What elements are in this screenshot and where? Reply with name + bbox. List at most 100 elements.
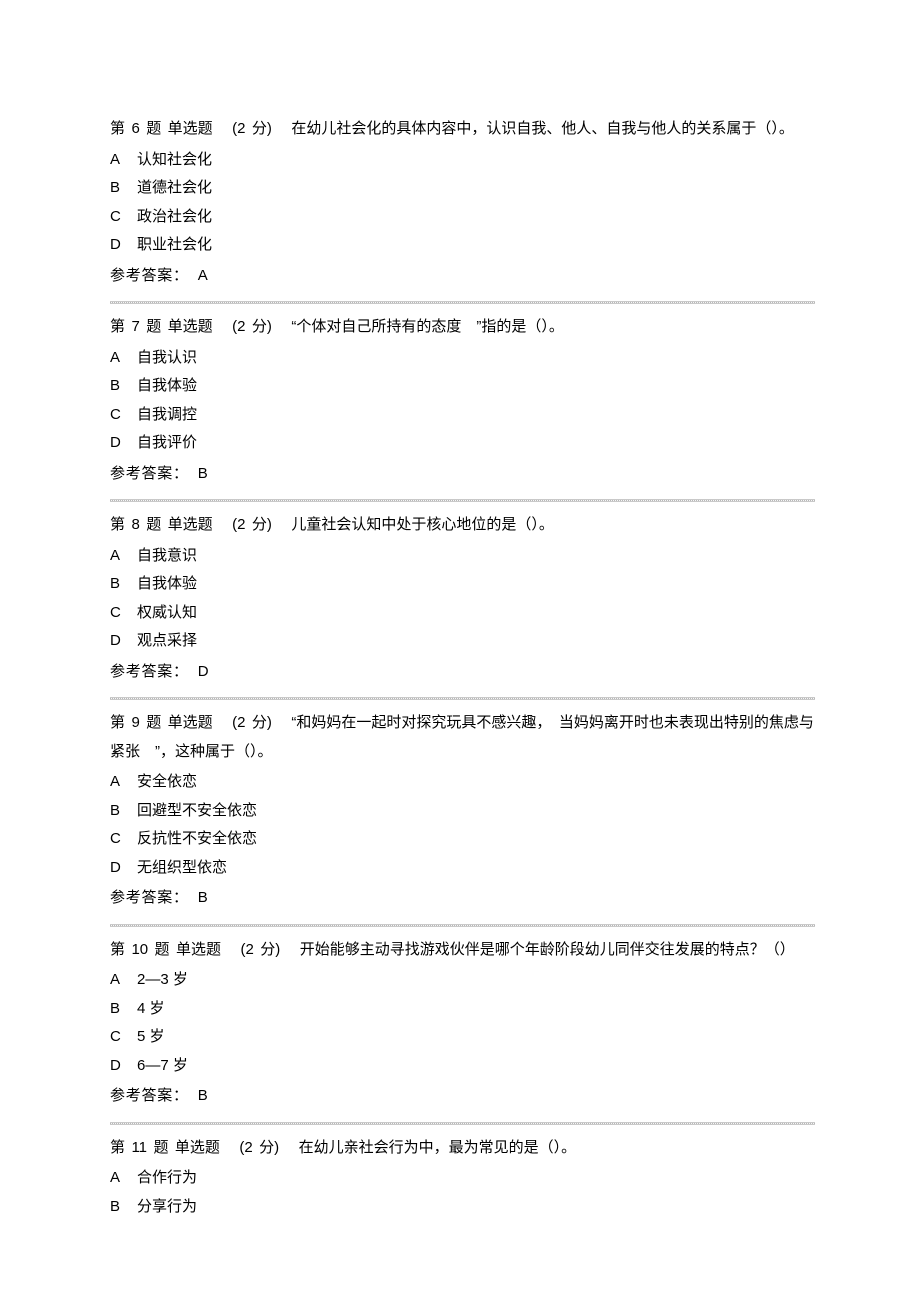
option-letter: C	[110, 401, 137, 430]
option-row: A自我意识	[110, 542, 815, 571]
question-number-prefix: 第	[110, 1139, 125, 1156]
question-text: 儿童社会认知中处于核心地位的是（）。	[291, 516, 554, 533]
option-row: A合作行为	[110, 1164, 815, 1193]
question-divider	[110, 499, 815, 502]
option-row: B回避型不安全依恋	[110, 797, 815, 826]
option-text: 职业社会化	[137, 236, 212, 253]
option-row: C权威认知	[110, 599, 815, 628]
question-number: 11	[131, 1139, 147, 1156]
question-divider	[110, 924, 815, 927]
question-text: 在幼儿社会化的具体内容中，认识自我、他人、自我与他人的关系属于（）。	[291, 120, 794, 137]
answer-label: 参考答案：	[110, 889, 189, 906]
option-row: C政治社会化	[110, 203, 815, 232]
question-type: 单选题	[176, 941, 221, 958]
option-letter: C	[110, 203, 137, 232]
question-points: (2 分)	[241, 941, 281, 958]
option-row: D观点采择	[110, 627, 815, 656]
option-letter: B	[110, 174, 137, 203]
answer-value: D	[198, 663, 209, 680]
question-points: (2 分)	[239, 1139, 279, 1156]
option-text: 道德社会化	[137, 179, 212, 196]
question-type: 单选题	[168, 120, 213, 137]
question-number-suffix: 题	[146, 516, 161, 533]
option-row: C自我调控	[110, 401, 815, 430]
option-row: D自我评价	[110, 429, 815, 458]
option-letter: C	[110, 1023, 137, 1052]
option-letter: B	[110, 570, 137, 599]
option-row: B道德社会化	[110, 174, 815, 203]
option-letter: A	[110, 146, 137, 175]
option-text: 认知社会化	[137, 151, 212, 168]
question-number-prefix: 第	[110, 516, 125, 533]
option-letter: D	[110, 231, 137, 260]
option-letter: B	[110, 995, 137, 1024]
option-letter: B	[110, 1193, 137, 1222]
option-letter: A	[110, 768, 137, 797]
question-header: 第 11 题 单选题 (2 分) 在幼儿亲社会行为中，最为常见的是（）。	[110, 1134, 815, 1163]
question-header: 第 8 题 单选题 (2 分) 儿童社会认知中处于核心地位的是（）。	[110, 511, 815, 540]
option-row: D6—7 岁	[110, 1052, 815, 1081]
question-number: 9	[131, 714, 139, 731]
question-type: 单选题	[168, 516, 213, 533]
question-number: 10	[131, 941, 148, 958]
option-text: 自我体验	[137, 377, 197, 394]
option-row: C5 岁	[110, 1023, 815, 1052]
option-row: A认知社会化	[110, 146, 815, 175]
question-points: (2 分)	[232, 120, 272, 137]
answer-label: 参考答案：	[110, 267, 189, 284]
question-divider	[110, 697, 815, 700]
option-row: B分享行为	[110, 1193, 815, 1222]
options-list: A自我意识B自我体验C权威认知D观点采择	[110, 542, 815, 656]
question-divider	[110, 1122, 815, 1125]
answer-label: 参考答案：	[110, 1087, 189, 1104]
answer-value: B	[198, 889, 208, 906]
answer-line: 参考答案： B	[110, 1082, 815, 1111]
answer-value: B	[198, 465, 208, 482]
options-list: A合作行为B分享行为	[110, 1164, 815, 1221]
option-letter: B	[110, 372, 137, 401]
option-text: 安全依恋	[137, 773, 197, 790]
options-list: A2—3 岁B4 岁C5 岁D6—7 岁	[110, 966, 815, 1080]
answer-label: 参考答案：	[110, 663, 189, 680]
option-letter: D	[110, 627, 137, 656]
answer-value: B	[198, 1087, 208, 1104]
option-text: 6—7 岁	[137, 1057, 188, 1074]
question-number-suffix: 题	[153, 1139, 168, 1156]
question-points: (2 分)	[232, 714, 272, 731]
question-number-suffix: 题	[146, 714, 161, 731]
question-block: 第 9 题 单选题 (2 分) “和妈妈在一起时对探究玩具不感兴趣， 当妈妈离开…	[110, 709, 815, 913]
question-number: 7	[131, 318, 139, 335]
question-text: 在幼儿亲社会行为中，最为常见的是（）。	[299, 1139, 577, 1156]
question-block: 第 10 题 单选题 (2 分) 开始能够主动寻找游戏伙伴是哪个年龄阶段幼儿同伴…	[110, 936, 815, 1111]
option-text: 无组织型依恋	[137, 859, 227, 876]
question-number-suffix: 题	[146, 120, 161, 137]
option-letter: C	[110, 599, 137, 628]
question-block: 第 6 题 单选题 (2 分) 在幼儿社会化的具体内容中，认识自我、他人、自我与…	[110, 115, 815, 290]
question-header: 第 7 题 单选题 (2 分) “个体对自己所持有的态度 ”指的是（）。	[110, 313, 815, 342]
option-text: 自我认识	[137, 349, 197, 366]
option-row: B自我体验	[110, 570, 815, 599]
option-row: A2—3 岁	[110, 966, 815, 995]
option-letter: D	[110, 854, 137, 883]
question-divider	[110, 301, 815, 304]
options-list: A认知社会化B道德社会化C政治社会化D职业社会化	[110, 146, 815, 260]
answer-line: 参考答案： B	[110, 884, 815, 913]
option-letter: C	[110, 825, 137, 854]
answer-line: 参考答案：B	[110, 460, 815, 489]
option-text: 自我意识	[137, 547, 197, 564]
option-text: 4 岁	[137, 1000, 165, 1017]
option-letter: A	[110, 1164, 137, 1193]
option-letter: D	[110, 1052, 137, 1081]
option-letter: B	[110, 797, 137, 826]
option-text: 权威认知	[137, 604, 197, 621]
question-number-prefix: 第	[110, 120, 125, 137]
option-row: A安全依恋	[110, 768, 815, 797]
options-list: A安全依恋B回避型不安全依恋C反抗性不安全依恋D无组织型依恋	[110, 768, 815, 882]
option-letter: A	[110, 966, 137, 995]
question-block: 第 7 题 单选题 (2 分) “个体对自己所持有的态度 ”指的是（）。A自我认…	[110, 313, 815, 488]
option-text: 5 岁	[137, 1028, 165, 1045]
question-text: “和妈妈在一起时对探究玩具不感兴趣， 当妈妈离开时也未表现出特别的焦虑与紧张 ”…	[110, 714, 814, 760]
option-text: 分享行为	[137, 1198, 197, 1215]
option-text: 观点采择	[137, 632, 197, 649]
question-number-suffix: 题	[146, 318, 161, 335]
